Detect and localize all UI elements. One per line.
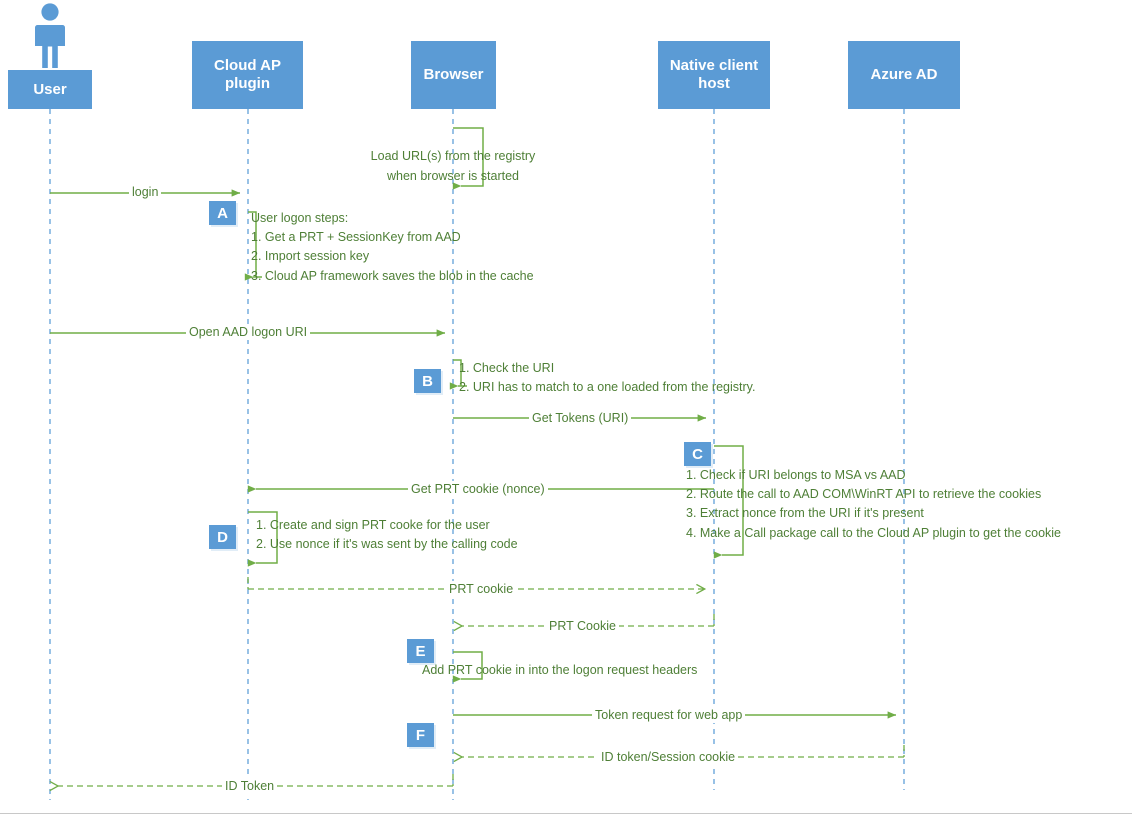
- message-label-id-token-session-cookie: ID token/Session cookie: [598, 749, 739, 765]
- step-badge-c-label: C: [692, 445, 703, 463]
- note-browser-load-urls-line-2: when browser is started: [386, 169, 519, 183]
- sequence-diagram-canvas: User Cloud AP plugin Browser Native clie…: [0, 0, 1132, 814]
- lifeline-header-cloudap[interactable]: Cloud AP plugin: [192, 41, 303, 109]
- step-badge-f-label: F: [415, 726, 426, 744]
- note-nativehost-line-3: 3. Extract nonce from the URI if it's pr…: [686, 506, 924, 521]
- lifeline-header-nativehost[interactable]: Native client host: [658, 41, 770, 109]
- note-nativehost-line-2: 2. Route the call to AAD COM\WinRT API t…: [686, 487, 1042, 502]
- lifeline-header-azuread[interactable]: Azure AD: [848, 41, 960, 109]
- message-corner-stubs: [247, 577, 905, 786]
- step-badge-a[interactable]: A: [209, 201, 236, 225]
- diagram-vector-layer: [49, 109, 905, 800]
- note-browser-check-uri: 1. Check the URI 2. URI has to match to …: [459, 359, 755, 397]
- lifeline-label-azuread: Azure AD: [870, 66, 938, 83]
- step-badge-b-label: B: [422, 372, 433, 390]
- lifeline-header-user[interactable]: User: [8, 70, 92, 109]
- lifeline-label-browser: Browser: [423, 66, 484, 83]
- note-cloudap-line-3: 2. Import session key: [251, 249, 370, 264]
- step-badge-e-label: E: [415, 642, 426, 660]
- message-label-prt-cookie-up: PRT cookie: [446, 581, 517, 597]
- note-browser-load-urls: Load URL(s) from the registry when brows…: [358, 146, 548, 186]
- note-nativehost-line-4: 4. Make a Call package call to the Cloud…: [686, 525, 1062, 540]
- lifeline-header-browser[interactable]: Browser: [411, 41, 496, 109]
- message-label-login: login: [129, 184, 162, 200]
- message-arrows-dashed: [58, 589, 904, 786]
- note-cloudap-create-sign-prt: 1. Create and sign PRT cooke for the use…: [256, 516, 518, 554]
- note-browser-add-prt-cookie: Add PRT cookie in into the logon request…: [422, 661, 697, 680]
- lifeline-label-cloudap: Cloud AP plugin: [214, 57, 281, 92]
- note-browser-add-prt-cookie-line-1: Add PRT cookie in into the logon request…: [422, 663, 698, 677]
- note-cloudap-prt-line-1: 1. Create and sign PRT cooke for the use…: [256, 518, 490, 532]
- step-badge-d[interactable]: D: [209, 525, 236, 549]
- message-label-token-request: Token request for web app: [592, 707, 746, 723]
- note-nativehost-route-call: 1. Check if URI belongs to MSA vs AAD 2.…: [686, 466, 1061, 543]
- note-browser-check-uri-line-1: 1. Check the URI: [459, 361, 555, 375]
- step-badge-f[interactable]: F: [407, 723, 434, 747]
- note-browser-load-urls-line-1: Load URL(s) from the registry: [370, 149, 536, 163]
- message-label-get-tokens: Get Tokens (URI): [529, 410, 632, 426]
- note-cloudap-line-2: 1. Get a PRT + SessionKey from AAD: [251, 230, 461, 245]
- step-badge-e[interactable]: E: [407, 639, 434, 663]
- message-label-get-prt-cookie-nonce: Get PRT cookie (nonce): [408, 481, 548, 497]
- user-actor-icon: [30, 2, 70, 68]
- message-label-id-token: ID Token: [222, 778, 278, 794]
- message-label-open-aad-logon-uri: Open AAD logon URI: [186, 324, 311, 340]
- note-browser-check-uri-line-2: 2. URI has to match to a one loaded from…: [459, 380, 756, 395]
- step-badge-a-label: A: [217, 204, 228, 222]
- step-badge-b[interactable]: B: [414, 369, 441, 393]
- note-nativehost-line-1: 1. Check if URI belongs to MSA vs AAD: [686, 468, 906, 482]
- note-cloudap-line-1: User logon steps:: [251, 211, 349, 225]
- message-label-prt-cookie-down: PRT Cookie: [546, 618, 619, 634]
- step-badge-d-label: D: [217, 528, 228, 546]
- note-cloudap-user-logon-steps: User logon steps: 1. Get a PRT + Session…: [251, 209, 534, 286]
- note-cloudap-prt-line-2: 2. Use nonce if it's was sent by the cal…: [256, 537, 518, 552]
- lifeline-label-user: User: [33, 80, 67, 98]
- lifeline-label-nativehost: Native client host: [669, 57, 759, 92]
- note-cloudap-line-4: 3. Cloud AP framework saves the blob in …: [251, 268, 534, 283]
- step-badge-c[interactable]: C: [684, 442, 711, 466]
